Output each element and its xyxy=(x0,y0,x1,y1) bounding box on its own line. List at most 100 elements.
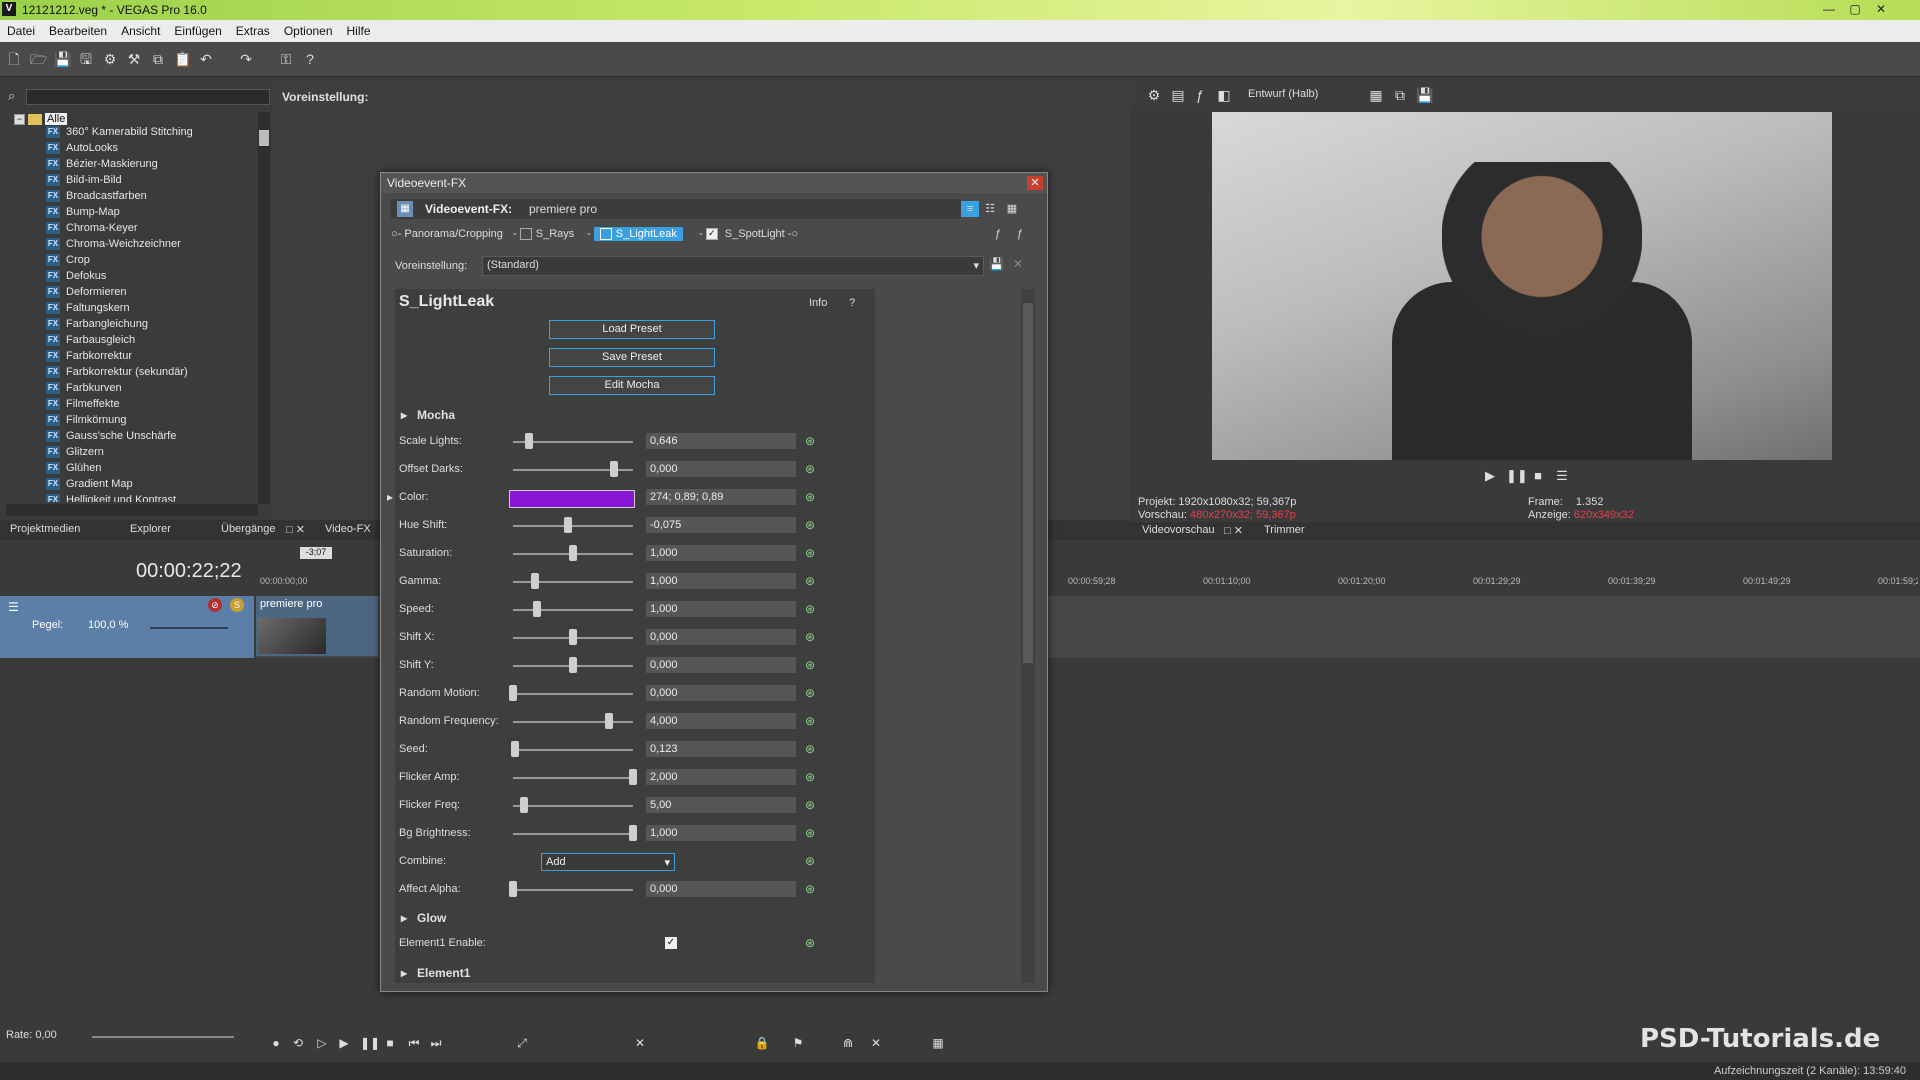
pause-icon[interactable]: ❚❚ xyxy=(1506,468,1528,484)
undo-icon[interactable]: ↶ xyxy=(198,51,214,67)
menu-einfuegen[interactable]: Einfügen xyxy=(167,20,228,42)
copy-icon[interactable]: ⧉ xyxy=(150,51,166,67)
fx-tree-item[interactable]: FX Chroma-Weichzeichner xyxy=(46,238,181,254)
param-value-field[interactable]: 0,000 xyxy=(646,685,796,701)
fx-tree-item[interactable]: FX Farbausgleich xyxy=(46,334,135,350)
mute-icon[interactable]: ⊘ xyxy=(208,598,222,612)
chain-s-spotlight[interactable]: - ✓ S_SpotLight -○ xyxy=(699,228,798,241)
menu-datei[interactable]: Datei xyxy=(0,20,42,42)
param-value-field[interactable]: 1,000 xyxy=(646,601,796,617)
param-slider-track[interactable] xyxy=(513,777,633,779)
param-value-field[interactable]: 274; 0,89; 0,89 xyxy=(646,489,796,505)
param-value-field[interactable]: 5,00 xyxy=(646,797,796,813)
menu-ansicht[interactable]: Ansicht xyxy=(114,20,167,42)
delete-preset-icon[interactable]: ✕ xyxy=(1013,257,1029,273)
keyframe-icon[interactable]: ⊛ xyxy=(803,826,817,840)
preview-menu-icon[interactable]: ☰ xyxy=(1554,468,1570,484)
section-element1[interactable]: ▸ Element1 xyxy=(401,966,470,980)
keyframe-icon[interactable]: ⊛ xyxy=(803,602,817,616)
track-level-slider[interactable] xyxy=(150,627,228,629)
keyframe-icon[interactable]: ⊛ xyxy=(803,462,817,476)
expand-arrow-icon[interactable]: ▸ xyxy=(387,490,393,504)
keyframe-icon[interactable]: ⊛ xyxy=(803,434,817,448)
minimize-button[interactable]: — xyxy=(1816,1,1842,17)
paste-icon[interactable]: 📋 xyxy=(174,51,191,67)
timeline-ruler[interactable]: 00:00:00;00 00:00:59;28 00:01:10;00 00:0… xyxy=(260,576,1918,592)
tab-videovorschau[interactable]: Videovorschau xyxy=(1142,524,1215,536)
dialog-preset-dropdown[interactable]: (Standard) ▾ xyxy=(482,256,984,276)
keyframe-icon[interactable]: ⊛ xyxy=(803,742,817,756)
solo-icon[interactable]: S xyxy=(230,598,244,612)
play-icon[interactable]: ▶ xyxy=(336,1035,352,1051)
help-link[interactable]: ? xyxy=(849,297,855,309)
tree-horizontal-scrollbar[interactable] xyxy=(6,504,258,516)
fx-tree-item[interactable]: FX Faltungskern xyxy=(46,302,130,318)
param-value-field[interactable]: -0,075 xyxy=(646,517,796,533)
loop-icon[interactable]: ⟲ xyxy=(290,1035,306,1051)
param-value-field[interactable]: 4,000 xyxy=(646,713,796,729)
record-icon[interactable]: ● xyxy=(268,1035,284,1051)
color-swatch[interactable] xyxy=(509,490,635,508)
param-slider-track[interactable] xyxy=(513,805,633,807)
fx-tree-item[interactable]: FX Farbkurven xyxy=(46,382,122,398)
pause-icon[interactable]: ❚❚ xyxy=(360,1035,380,1051)
menu-extras[interactable]: Extras xyxy=(229,20,277,42)
play-from-start-icon[interactable]: ▷ xyxy=(314,1035,330,1051)
remove-fx-icon[interactable]: ƒ xyxy=(1017,228,1023,240)
auto-ripple-icon[interactable]: ✕ xyxy=(868,1035,884,1051)
chain-panorama-cropping[interactable]: ○- Panorama/Cropping xyxy=(391,228,503,240)
go-to-end-icon[interactable]: ⏭ xyxy=(428,1035,444,1051)
tab-trimmer[interactable]: Trimmer xyxy=(1264,524,1305,536)
new-file-icon[interactable]: 🗋 xyxy=(6,51,22,67)
param-slider-track[interactable] xyxy=(513,833,633,835)
chain-s-rays[interactable]: - S_Rays xyxy=(513,228,574,241)
param-slider-knob[interactable] xyxy=(569,657,577,673)
keyframe-icon[interactable]: ⊛ xyxy=(803,714,817,728)
gear-icon[interactable]: ⚙ xyxy=(102,51,118,67)
section-mocha[interactable]: ▸ Mocha xyxy=(401,408,455,422)
maximize-button[interactable]: ▢ xyxy=(1842,1,1868,17)
param-value-field[interactable]: 0,000 xyxy=(646,881,796,897)
stop-icon[interactable]: ■ xyxy=(1530,468,1546,484)
save-snapshot-icon[interactable]: 💾 xyxy=(1416,87,1433,103)
fx-tree-item[interactable]: FX Bump-Map xyxy=(46,206,120,222)
marker-icon[interactable]: ⚑ xyxy=(790,1035,806,1051)
fx-tree-item[interactable]: FX Gradient Map xyxy=(46,478,133,494)
fx-plugin-chooser-icon[interactable]: ƒ xyxy=(995,228,1001,240)
tab-explorer[interactable]: Explorer xyxy=(130,523,171,535)
param-value-field[interactable]: 0,000 xyxy=(646,657,796,673)
param-slider-knob[interactable] xyxy=(629,825,637,841)
param-slider-knob[interactable] xyxy=(509,881,517,897)
param-value-field[interactable]: 0,123 xyxy=(646,741,796,757)
fx-tree-item[interactable]: FX 360° Kamerabild Stitching xyxy=(46,126,193,142)
keyframe-icon[interactable]: ⊛ xyxy=(803,574,817,588)
preview-device-icon[interactable]: ▤ xyxy=(1170,87,1186,103)
play-icon[interactable]: ▶ xyxy=(1482,468,1498,484)
fx-tree-item[interactable]: FX Farbangleichung xyxy=(46,318,148,334)
menu-bearbeiten[interactable]: Bearbeiten xyxy=(42,20,114,42)
param-slider-knob[interactable] xyxy=(569,545,577,561)
save-as-icon[interactable]: 🖫 xyxy=(78,51,94,67)
fx-tree-item[interactable]: FX Filmeffekte xyxy=(46,398,120,414)
param-value-field[interactable]: 1,000 xyxy=(646,825,796,841)
preview-settings-icon[interactable]: ⚙ xyxy=(1146,87,1162,103)
edit-mocha-button[interactable]: Edit Mocha xyxy=(549,376,715,395)
render-icon[interactable]: ⚒ xyxy=(126,51,142,67)
fx-tree-item[interactable]: FX Chroma-Keyer xyxy=(46,222,138,238)
param-slider-knob[interactable] xyxy=(511,741,520,757)
element1-enable-checkbox[interactable]: ✓ xyxy=(665,937,677,949)
tab-close-icon[interactable]: □ ✕ xyxy=(1224,524,1243,537)
keyframe-icon[interactable]: ⊛ xyxy=(803,798,817,812)
keyframe-icon[interactable]: ⊛ xyxy=(803,882,817,896)
param-value-field[interactable]: 0,646 xyxy=(646,433,796,449)
param-value-field[interactable]: 1,000 xyxy=(646,545,796,561)
video-clip[interactable]: premiere pro xyxy=(256,596,378,656)
param-slider-track[interactable] xyxy=(513,525,633,527)
dialog-close-button[interactable]: ✕ xyxy=(1027,176,1043,190)
section-glow[interactable]: ▸ Glow xyxy=(401,911,446,925)
param-value-field[interactable]: 1,000 xyxy=(646,573,796,589)
save-preset-button[interactable]: Save Preset xyxy=(549,348,715,367)
chain-s-lightleak[interactable]: - S_LightLeak xyxy=(587,227,683,241)
stop-icon[interactable]: ■ xyxy=(382,1035,398,1051)
fx-tree-item[interactable]: FX Gauss'sche Unschärfe xyxy=(46,430,176,446)
